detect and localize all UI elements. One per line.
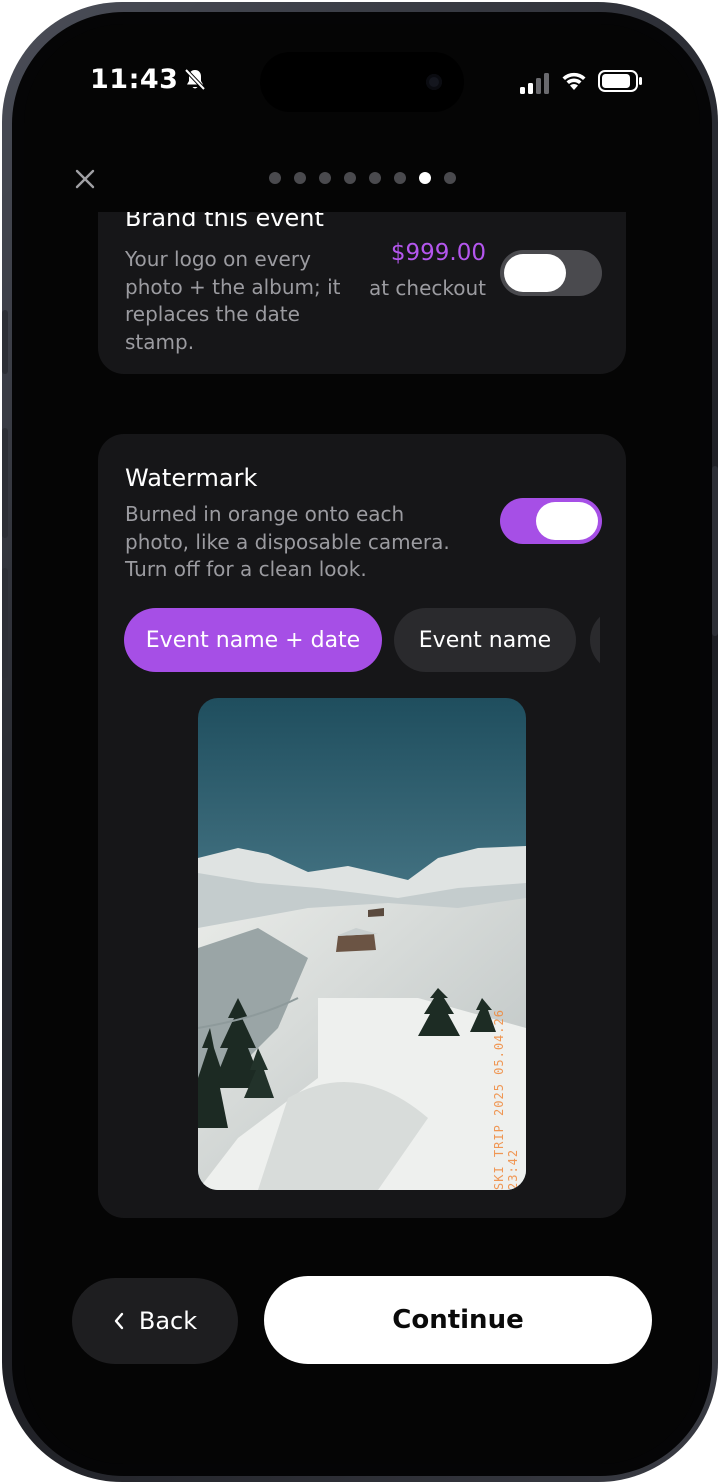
brand-card-description: Your logo on every photo + the album; it… — [125, 247, 341, 354]
action-button — [2, 310, 8, 374]
bell-slash-icon — [184, 68, 206, 91]
progress-dot — [319, 172, 331, 184]
progress-dot — [269, 172, 281, 184]
dynamic-island — [260, 52, 464, 112]
watermark-stamp: SKI TRIP 2025 05.04.26 23:42 — [492, 1009, 520, 1190]
brand-card-title: Brand this event — [125, 212, 324, 232]
close-icon[interactable] — [72, 166, 98, 192]
brand-event-card: Brand this event Your logo on every phot… — [98, 212, 626, 374]
toggle-knob — [536, 502, 598, 540]
option-event-name[interactable]: Event name — [394, 608, 576, 672]
brand-price-note: at checkout — [368, 276, 486, 300]
progress-dot-current — [419, 172, 431, 184]
progress-dot — [344, 172, 356, 184]
chevron-left-icon — [114, 1312, 124, 1330]
watermark-style-options[interactable]: Event name + date Event name — [124, 608, 600, 674]
watermark-toggle[interactable] — [500, 498, 602, 544]
ski-slope-photo — [198, 698, 526, 1190]
progress-dots — [269, 172, 456, 184]
phone-frame: 11:43 Brand this event Your logo on ever… — [2, 2, 718, 1482]
status-time: 11:43 — [90, 64, 179, 95]
screen: 11:43 Brand this event Your logo on ever… — [24, 24, 700, 1464]
signal-icon — [520, 73, 549, 94]
back-button-label: Back — [138, 1307, 198, 1335]
power-button — [712, 466, 718, 636]
watermark-card-title: Watermark — [125, 464, 258, 492]
option-partially-hidden[interactable] — [590, 608, 600, 672]
watermark-card: Watermark Burned in orange onto each pho… — [98, 434, 626, 1218]
wifi-icon — [562, 72, 586, 90]
brand-event-toggle[interactable] — [500, 250, 602, 296]
settings-scroll-area[interactable]: Brand this event Your logo on every phot… — [24, 212, 700, 1242]
option-event-name-date[interactable]: Event name + date — [124, 608, 382, 672]
volume-up-button — [2, 428, 8, 538]
toggle-knob — [504, 254, 566, 292]
progress-dot — [394, 172, 406, 184]
volume-down-button — [2, 568, 8, 678]
continue-button[interactable]: Continue — [264, 1276, 652, 1364]
brand-price: $999.00 — [390, 240, 486, 266]
back-button[interactable]: Back — [72, 1278, 238, 1364]
progress-dot — [294, 172, 306, 184]
progress-dot — [369, 172, 381, 184]
camera-icon — [426, 74, 442, 90]
progress-dot — [444, 172, 456, 184]
watermark-preview-photo: SKI TRIP 2025 05.04.26 23:42 — [198, 698, 526, 1190]
battery-icon — [598, 70, 642, 92]
watermark-card-description: Burned in orange onto each photo, like a… — [125, 502, 450, 581]
